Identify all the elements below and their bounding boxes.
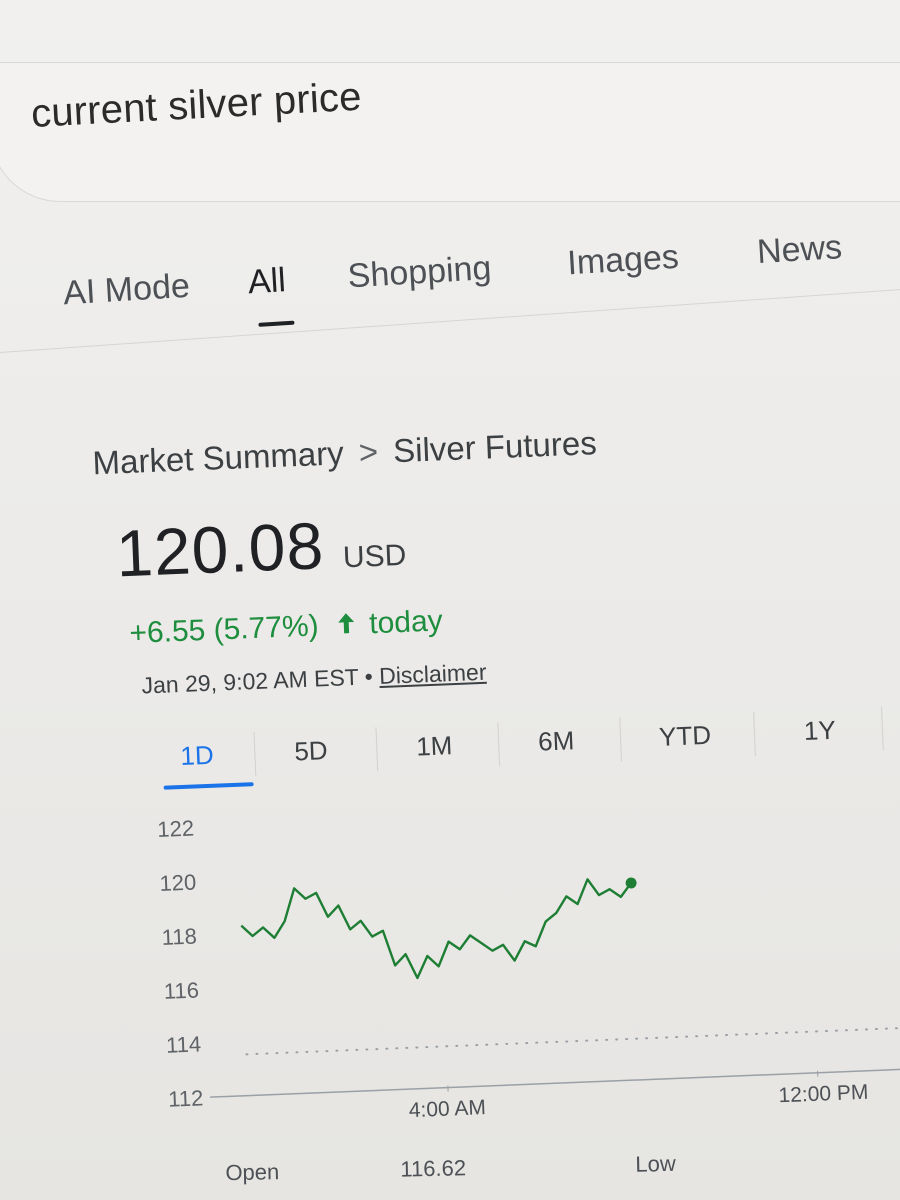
breadcrumb-root[interactable]: Market Summary: [92, 434, 345, 481]
breadcrumb-separator: >: [358, 432, 379, 471]
price-chart-svg: 112 114 116 118 120 122 4:00 AM 12:00 PM: [157, 816, 900, 1122]
breadcrumb-item: Silver Futures: [392, 424, 598, 470]
price-currency: USD: [342, 538, 407, 575]
range-divider: [375, 727, 379, 772]
change-value: +6.55 (5.77%): [128, 609, 320, 650]
range-5d[interactable]: 5D: [294, 735, 328, 767]
price-timestamp: Jan 29, 9:02 AM EST: [141, 663, 359, 699]
price-meta: Jan 29, 9:02 AM EST • Disclaimer: [141, 659, 487, 700]
price-row: 120.08 USD: [115, 504, 407, 592]
range-1y[interactable]: 1Y: [803, 715, 836, 747]
price-series-line: [240, 878, 633, 980]
y-tick-label: 122: [157, 816, 195, 842]
y-tick-label: 116: [163, 978, 199, 1004]
disclaimer-link[interactable]: Disclaimer: [379, 659, 487, 689]
range-divider: [619, 717, 623, 762]
y-tick-label: 118: [161, 924, 197, 950]
tab-all[interactable]: All: [247, 261, 287, 302]
range-1d[interactable]: 1D: [180, 740, 214, 772]
range-divider: [253, 732, 257, 777]
market-summary-card: Market Summary > Silver Futures 120.08 U…: [0, 364, 900, 1199]
price-change: +6.55 (5.77%) today: [129, 604, 443, 651]
previous-close-line: [245, 1026, 900, 1056]
tab-active-indicator: [258, 320, 295, 327]
stat-low-label: Low: [635, 1150, 676, 1177]
time-range-selector: 1D 5D 1M 6M YTD 1Y: [153, 700, 895, 800]
tab-news[interactable]: News: [756, 228, 843, 272]
y-tick-label: 120: [159, 870, 197, 896]
stat-open-label: Open: [225, 1159, 280, 1186]
search-box[interactable]: [0, 62, 900, 202]
change-period: today: [368, 604, 444, 641]
range-active-indicator: [163, 782, 254, 790]
y-tick-label: 114: [166, 1031, 202, 1057]
stat-open-value: 116.62: [400, 1155, 467, 1182]
x-tick-label: 12:00 PM: [778, 1081, 869, 1108]
range-ytd[interactable]: YTD: [658, 720, 711, 753]
meta-separator: •: [364, 663, 374, 690]
range-divider: [753, 711, 756, 756]
arrow-up-icon: [336, 610, 355, 642]
range-divider: [497, 722, 501, 767]
tab-ai-mode[interactable]: AI Mode: [62, 267, 191, 313]
current-price: 120.08: [114, 508, 326, 591]
price-chart[interactable]: 112 114 116 118 120 122 4:00 AM 12:00 PM: [157, 784, 900, 1174]
tab-shopping[interactable]: Shopping: [347, 249, 493, 296]
range-divider: [881, 706, 884, 751]
tab-images[interactable]: Images: [566, 238, 680, 284]
breadcrumb: Market Summary > Silver Futures: [92, 424, 598, 482]
x-tick-label: 4:00 AM: [408, 1096, 486, 1122]
range-1m[interactable]: 1M: [416, 730, 453, 762]
y-tick-label: 112: [168, 1085, 204, 1111]
search-results-page: current silver price AI Mode All Shoppin…: [0, 0, 900, 1200]
range-6m[interactable]: 6M: [538, 725, 575, 757]
